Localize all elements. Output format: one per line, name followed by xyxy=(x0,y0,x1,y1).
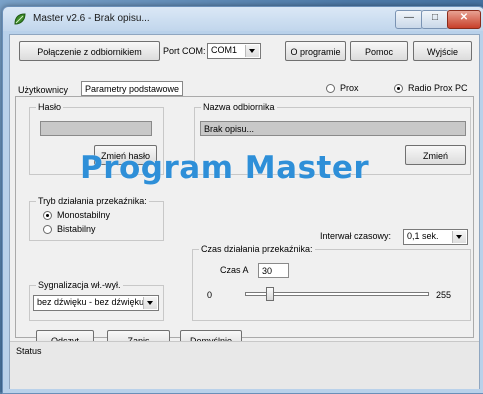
slider-max-label: 255 xyxy=(436,290,452,300)
status-caption: Status xyxy=(16,346,42,356)
params-panel: Hasło Zmień hasło Nazwa odbiornika Brak … xyxy=(15,96,474,350)
password-field xyxy=(40,121,152,136)
signal-value: bez dźwięku - bez dźwięku xyxy=(37,297,145,307)
help-button[interactable]: Pomoc xyxy=(350,41,408,61)
radio-prox-pc-label: Radio Prox PC xyxy=(408,83,468,93)
close-icon: ✕ xyxy=(459,12,469,23)
monostable-label: Monostabilny xyxy=(57,210,111,220)
chevron-down-icon[interactable] xyxy=(452,231,466,243)
time-a-label: Czas A xyxy=(220,265,249,275)
relay-mode-caption: Tryb działania przekaźnika: xyxy=(36,196,149,206)
window-title: Master v2.6 - Brak opisu... xyxy=(33,13,150,24)
port-value: COM1 xyxy=(211,45,238,55)
interval-label: Interwał czasowy: xyxy=(320,231,392,241)
connect-button[interactable]: Połączenie z odbiornikiem xyxy=(19,41,160,61)
relay-mode-group: Tryb działania przekaźnika: Monostabilny… xyxy=(29,196,164,241)
main-window: Master v2.6 - Brak opisu... — □ ✕ Połącz… xyxy=(2,6,483,394)
signal-caption: Sygnalizacja wł.-wył. xyxy=(36,280,123,290)
bistable-radio[interactable] xyxy=(43,225,52,234)
about-button[interactable]: O programie xyxy=(285,41,346,61)
signal-select[interactable]: bez dźwięku - bez dźwięku xyxy=(33,295,159,311)
prox-radio[interactable] xyxy=(326,84,335,93)
monostable-radio[interactable] xyxy=(43,211,52,220)
time-a-input[interactable]: 30 xyxy=(258,263,289,278)
status-area: Status xyxy=(10,341,479,389)
tab-params[interactable]: Parametry podstawowe xyxy=(81,81,184,96)
title-bar[interactable]: Master v2.6 - Brak opisu... — □ ✕ xyxy=(3,7,483,31)
password-caption: Hasło xyxy=(36,102,64,112)
client-area: Połączenie z odbiornikiem Port COM: COM1… xyxy=(9,34,480,389)
time-a-value: 30 xyxy=(262,266,273,276)
prox-label: Prox xyxy=(340,83,359,93)
relay-time-caption: Czas działania przekaźnika: xyxy=(199,244,315,254)
bistable-label: Bistabilny xyxy=(57,224,96,234)
port-label: Port COM: xyxy=(163,46,206,56)
slider-min-label: 0 xyxy=(207,290,213,300)
receiver-caption: Nazwa odbiornika xyxy=(201,102,277,112)
chevron-down-icon[interactable] xyxy=(143,297,157,309)
maximize-icon: □ xyxy=(431,12,439,23)
tab-users[interactable]: Użytkownicy xyxy=(18,85,68,95)
app-leaf-icon xyxy=(14,13,26,25)
interval-value: 0,1 sek. xyxy=(407,231,439,241)
relay-time-group: Czas działania przekaźnika: Czas A 30 0 … xyxy=(192,244,471,321)
change-receiver-button[interactable]: Zmień xyxy=(405,145,466,165)
signal-group: Sygnalizacja wł.-wył. bez dźwięku - bez … xyxy=(29,280,164,321)
exit-button[interactable]: Wyjście xyxy=(413,41,472,61)
minimize-button[interactable]: — xyxy=(395,10,423,29)
close-button[interactable]: ✕ xyxy=(447,10,481,29)
radio-prox-pc-radio[interactable] xyxy=(394,84,403,93)
program-master-overlay-title: Program Master xyxy=(80,150,370,186)
interval-select[interactable]: 0,1 sek. xyxy=(403,229,468,245)
chevron-down-icon[interactable] xyxy=(245,45,259,57)
port-select[interactable]: COM1 xyxy=(207,43,261,59)
time-slider-thumb[interactable] xyxy=(265,287,274,301)
receiver-name-field: Brak opisu... xyxy=(200,121,466,136)
maximize-button[interactable]: □ xyxy=(421,10,449,29)
minimize-icon: — xyxy=(404,12,414,23)
receiver-name-value: Brak opisu... xyxy=(204,124,255,134)
